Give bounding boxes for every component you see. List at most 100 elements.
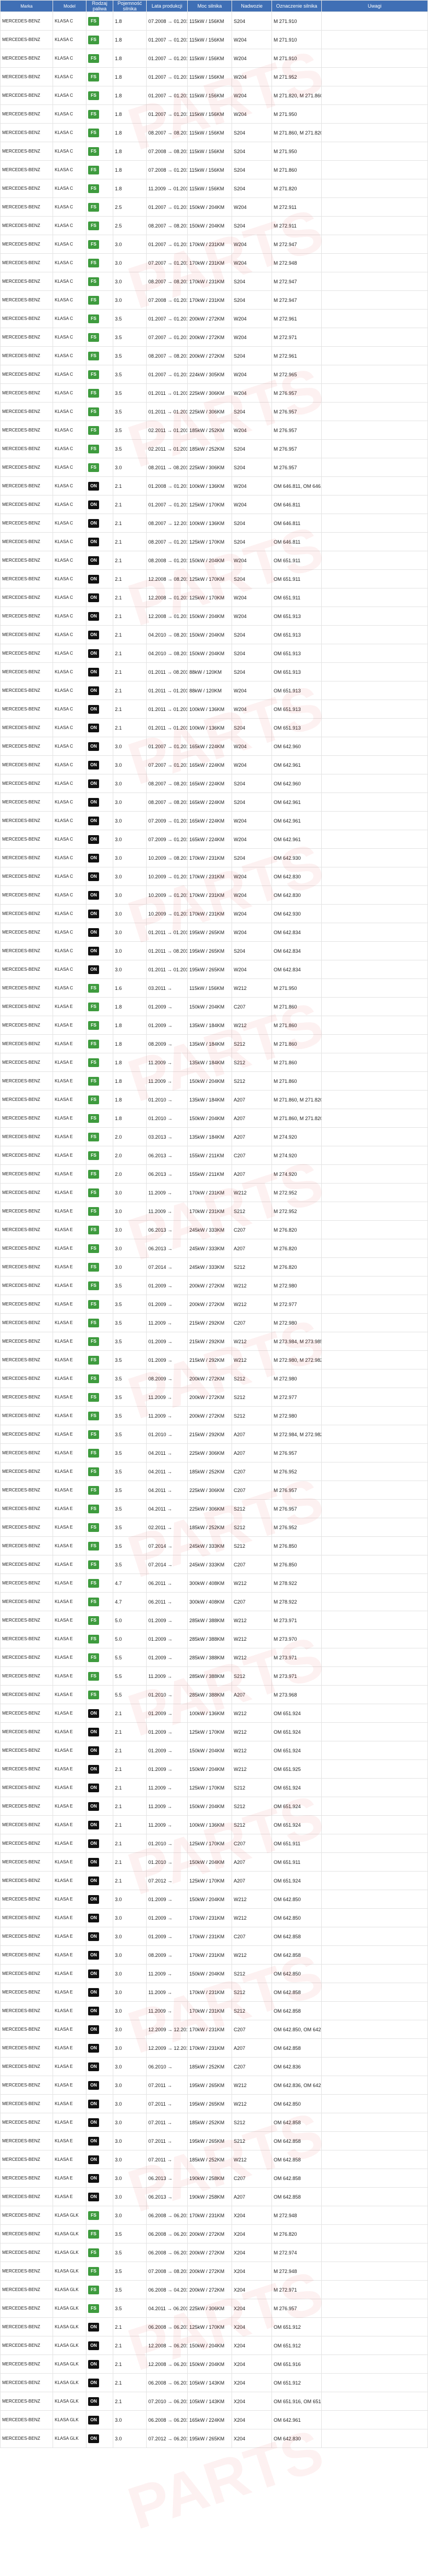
make-cell: MERCEDES-BENZ — [0, 2038, 53, 2058]
model-cell: KLASA C — [53, 514, 86, 533]
engine-code-cell: OM 642.858 — [271, 2001, 322, 2020]
petrol-fuel-icon: FS — [88, 1262, 99, 1272]
body-cell: W204 — [232, 495, 272, 514]
body-cell: S204 — [232, 848, 272, 867]
engine-volume-cell: 2.1 — [113, 2317, 147, 2336]
make-cell: MERCEDES-BENZ — [0, 625, 53, 644]
fuel-cell: FS — [86, 1611, 113, 1630]
note-cell — [321, 1295, 428, 1314]
engine-power-cell: 195kW / 265KM — [187, 2131, 232, 2150]
table-row: MERCEDES-BENZ KLASA E FS 2.0 06.2013 → 155kW … — [0, 1164, 428, 1184]
fuel-cell: FS — [86, 1555, 113, 1574]
production-years-cell: 07.2008 → 01.2014 — [146, 290, 188, 310]
body-cell: W204 — [232, 755, 272, 774]
model-cell: KLASA E — [53, 1945, 86, 1965]
body-cell: S212 — [232, 1406, 272, 1425]
model-cell: KLASA C — [53, 662, 86, 681]
engine-code-cell: OM 642.850 — [271, 2094, 322, 2113]
production-years-cell: 10.2009 → 01.2014 — [146, 904, 188, 923]
diesel-fuel-icon: ON — [88, 556, 99, 565]
note-cell — [321, 383, 428, 403]
production-years-cell: 08.2007 → 08.2014 — [146, 272, 188, 291]
engine-volume-cell: 5.0 — [113, 1611, 147, 1630]
note-cell — [321, 551, 428, 570]
fuel-cell: FS — [86, 1053, 113, 1072]
note-cell — [321, 123, 428, 142]
petrol-fuel-icon: FS — [88, 202, 99, 212]
table-row: MERCEDES-BENZ KLASA C ON 3.0 10.2009 → 01.20… — [0, 885, 428, 905]
engine-volume-cell: 3.0 — [113, 941, 147, 960]
production-years-cell: 02.2011 → — [146, 1518, 188, 1537]
engine-code-cell: M 272.911 — [271, 216, 322, 235]
engine-volume-cell: 3.0 — [113, 1945, 147, 1965]
engine-volume-cell: 3.5 — [113, 1295, 147, 1314]
model-cell: KLASA C — [53, 216, 86, 235]
petrol-fuel-icon: FS — [88, 1690, 99, 1699]
table-row: MERCEDES-BENZ KLASA C ON 3.0 01.2011 → 08.20… — [0, 941, 428, 960]
make-cell: MERCEDES-BENZ — [0, 1220, 53, 1239]
engine-power-cell: 225kW / 306KM — [187, 1481, 232, 1500]
engine-code-cell: OM 651.916, OM 651.913 — [271, 2392, 322, 2411]
fuel-cell: FS — [86, 1313, 113, 1332]
model-cell: KLASA C — [53, 67, 86, 86]
engine-volume-cell: 2.0 — [113, 1127, 147, 1146]
table-row: MERCEDES-BENZ KLASA C FS 1.8 01.2007 → 01.20… — [0, 30, 428, 49]
production-years-cell: 08.2007 → 01.2014 — [146, 532, 188, 551]
make-cell: MERCEDES-BENZ — [0, 2113, 53, 2132]
petrol-fuel-icon: FS — [88, 1467, 99, 1476]
engine-code-cell: OM 642.961 — [271, 792, 322, 812]
body-cell: S204 — [232, 179, 272, 198]
production-years-cell: 11.2009 → — [146, 1406, 188, 1425]
engine-power-cell: 125kW / 170KM — [187, 1778, 232, 1797]
petrol-fuel-icon: FS — [88, 1021, 99, 1030]
engine-volume-cell: 3.5 — [113, 1369, 147, 1388]
diesel-fuel-icon: ON — [88, 872, 99, 881]
diesel-fuel-icon: ON — [88, 630, 99, 639]
table-row: MERCEDES-BENZ KLASA C ON 2.1 04.2010 → 08.20… — [0, 644, 428, 663]
fuel-cell: ON — [86, 1890, 113, 1909]
note-cell — [321, 1034, 428, 1053]
note-cell — [321, 2280, 428, 2299]
body-cell: W212 — [232, 1908, 272, 1927]
model-cell: KLASA C — [53, 737, 86, 756]
fuel-cell: FS — [86, 1016, 113, 1035]
model-cell: KLASA E — [53, 1518, 86, 1537]
fuel-cell: ON — [86, 2113, 113, 2132]
production-years-cell: 02.2011 → 01.2014 — [146, 439, 188, 458]
petrol-fuel-icon: FS — [88, 1504, 99, 1513]
engine-power-cell: 150kW / 204KM — [187, 1741, 232, 1760]
petrol-fuel-icon: FS — [88, 1318, 99, 1327]
model-cell: KLASA C — [53, 253, 86, 272]
production-years-cell: 11.2009 → 01.2014 — [146, 179, 188, 198]
production-years-cell: 01.2010 → — [146, 1685, 188, 1704]
production-years-cell: 10.2009 → 08.2014 — [146, 848, 188, 867]
note-cell — [321, 1908, 428, 1927]
engine-volume-cell: 1.8 — [113, 1053, 147, 1072]
model-cell: KLASA E — [53, 1778, 86, 1797]
engine-volume-cell: 3.5 — [113, 1499, 147, 1518]
engine-power-cell: 170kW / 231KM — [187, 885, 232, 905]
engine-volume-cell: 3.0 — [113, 830, 147, 849]
note-cell — [321, 1332, 428, 1351]
note-cell — [321, 2001, 428, 2020]
table-row: MERCEDES-BENZ KLASA C FS 3.5 01.2011 → 01.20… — [0, 383, 428, 403]
model-cell: KLASA E — [53, 2076, 86, 2095]
model-cell: KLASA GLK — [53, 2224, 86, 2243]
column-header: Pojemność silnika — [113, 0, 147, 12]
body-cell: S204 — [232, 123, 272, 142]
engine-power-cell: 200kW / 272KM — [187, 2224, 232, 2243]
engine-code-cell: OM 651.912 — [271, 2373, 322, 2392]
model-cell: KLASA E — [53, 1611, 86, 1630]
make-cell: MERCEDES-BENZ — [0, 2262, 53, 2281]
body-cell: W204 — [232, 885, 272, 905]
table-row: MERCEDES-BENZ KLASA C FS 3.0 08.2007 → 08.20… — [0, 272, 428, 291]
diesel-fuel-icon: ON — [88, 1876, 99, 1885]
note-cell — [321, 1425, 428, 1444]
engine-power-cell: 200kW / 272KM — [187, 1276, 232, 1295]
engine-power-cell: 245kW / 333KM — [187, 1536, 232, 1555]
model-cell: KLASA E — [53, 1592, 86, 1611]
engine-code-cell: OM 651.925 — [271, 1759, 322, 1779]
body-cell: W204 — [232, 811, 272, 830]
production-years-cell: 06.2008 → 06.2015 — [146, 2317, 188, 2336]
production-years-cell: 08.2007 → 12.2011 — [146, 514, 188, 533]
